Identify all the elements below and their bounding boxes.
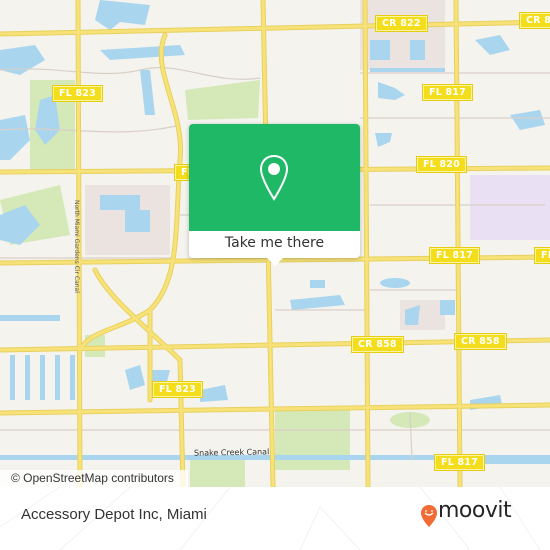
road-label-fl820: FL 820 xyxy=(416,156,467,173)
road-label-fl817: FL 817 xyxy=(434,454,485,471)
road-label-fl817: FL 817 xyxy=(429,247,480,264)
road-label-fl823: FL 823 xyxy=(52,85,103,102)
road-label-cr822: CR 822 xyxy=(375,15,428,32)
footer-bar: Accessory Depot Inc, Miami moovit xyxy=(0,487,550,550)
map-attribution[interactable]: © OpenStreetMap contributors xyxy=(0,470,188,487)
moovit-pin-icon xyxy=(421,505,437,527)
road-label-fl817: FL 817 xyxy=(534,247,550,264)
park-area xyxy=(190,460,245,487)
popup-header xyxy=(189,124,360,231)
road-label-cr822: CR 822 xyxy=(519,12,550,29)
vertical-road-label: North Miami Gardens Cir Canal xyxy=(73,200,80,293)
brand-name: moovit xyxy=(438,498,512,523)
road-label-cr858: CR 858 xyxy=(351,336,404,353)
map-pin-icon xyxy=(259,154,289,201)
canal-label: Snake Creek Canal xyxy=(193,447,270,458)
map-canvas[interactable]: CR 822 CR 822 FL 823 FL 817 FL 820 FL 81… xyxy=(0,0,550,487)
road-label-cr858: CR 858 xyxy=(454,333,507,350)
place-name: Accessory Depot Inc, Miami xyxy=(21,506,207,523)
popup-pointer xyxy=(266,257,284,266)
airport-area xyxy=(470,175,550,240)
location-popup: Take me there xyxy=(189,124,360,266)
park-area xyxy=(185,80,260,120)
road-label-fl817: FL 817 xyxy=(422,84,473,101)
road-label-fl823: FL 823 xyxy=(152,381,203,398)
park-area xyxy=(275,410,350,470)
take-me-there-button[interactable]: Take me there xyxy=(189,231,360,258)
